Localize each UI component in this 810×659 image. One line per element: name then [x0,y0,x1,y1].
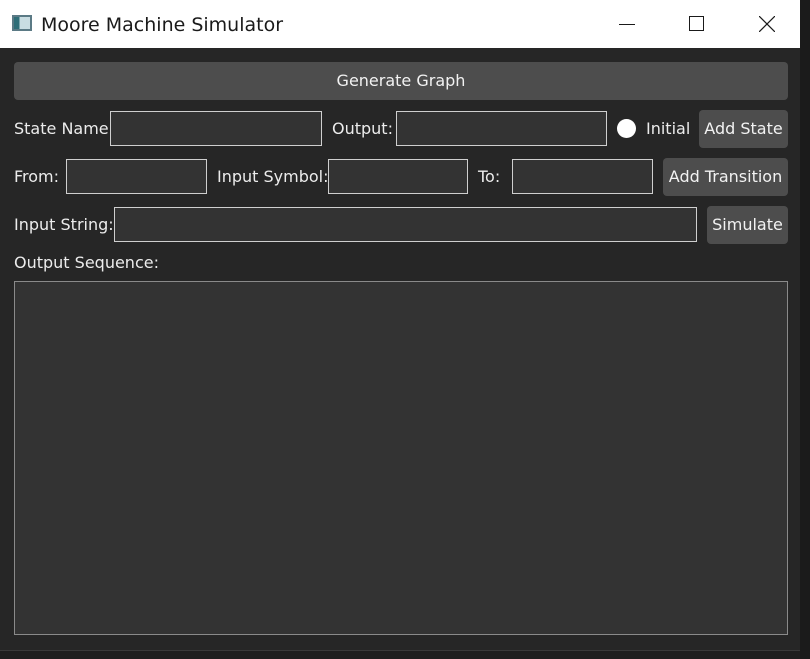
app-icon [12,15,32,31]
app-window: Moore Machine Simulator Generate Graph S… [0,0,801,651]
to-label: To: [478,167,501,186]
minimize-icon [619,24,635,25]
output-input[interactable] [396,111,607,146]
input-string-label: Input String: [14,215,114,234]
output-sequence-textarea[interactable] [14,281,788,635]
maximize-button[interactable] [662,0,732,48]
output-label: Output: [332,119,393,138]
to-input[interactable] [512,159,653,194]
output-sequence-label: Output Sequence: [14,253,159,272]
initial-label: Initial [646,119,691,138]
input-symbol-label: Input Symbol: [217,167,329,186]
close-button[interactable] [732,0,802,48]
initial-radio[interactable] [617,119,636,138]
add-transition-button[interactable]: Add Transition [663,158,788,196]
state-name-label: State Name: [14,119,115,138]
add-state-button[interactable]: Add State [699,110,788,148]
input-string-input[interactable] [114,207,697,242]
close-icon [759,16,775,32]
from-label: From: [14,167,60,186]
simulate-button[interactable]: Simulate [707,206,788,244]
from-input[interactable] [66,159,207,194]
state-name-input[interactable] [110,111,322,146]
generate-graph-button[interactable]: Generate Graph [14,62,788,100]
title-bar[interactable]: Moore Machine Simulator [0,0,800,48]
background-window-edge [800,0,810,659]
input-symbol-input[interactable] [328,159,468,194]
minimize-button[interactable] [592,0,662,48]
window-title: Moore Machine Simulator [41,14,284,36]
maximize-icon [689,16,704,31]
